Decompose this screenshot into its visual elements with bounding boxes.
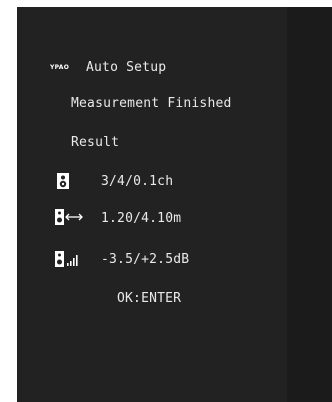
speaker-distance-icon bbox=[55, 209, 83, 225]
osd-side-area bbox=[287, 7, 332, 402]
measurement-status: Measurement Finished bbox=[71, 96, 232, 111]
ok-enter-prompt[interactable]: OK:ENTER bbox=[117, 291, 181, 307]
speaker-level-value: -3.5/+2.5dB bbox=[101, 252, 190, 267]
ypao-logo: YPAO bbox=[50, 64, 70, 71]
speaker-distance-value: 1.20/4.10m bbox=[101, 211, 182, 226]
page-title: Auto Setup bbox=[86, 60, 167, 75]
speaker-count-value: 3/4/0.1ch bbox=[101, 174, 174, 189]
result-heading: Result bbox=[71, 135, 120, 150]
speaker-icon bbox=[57, 173, 69, 189]
speaker-level-icon bbox=[55, 251, 79, 267]
